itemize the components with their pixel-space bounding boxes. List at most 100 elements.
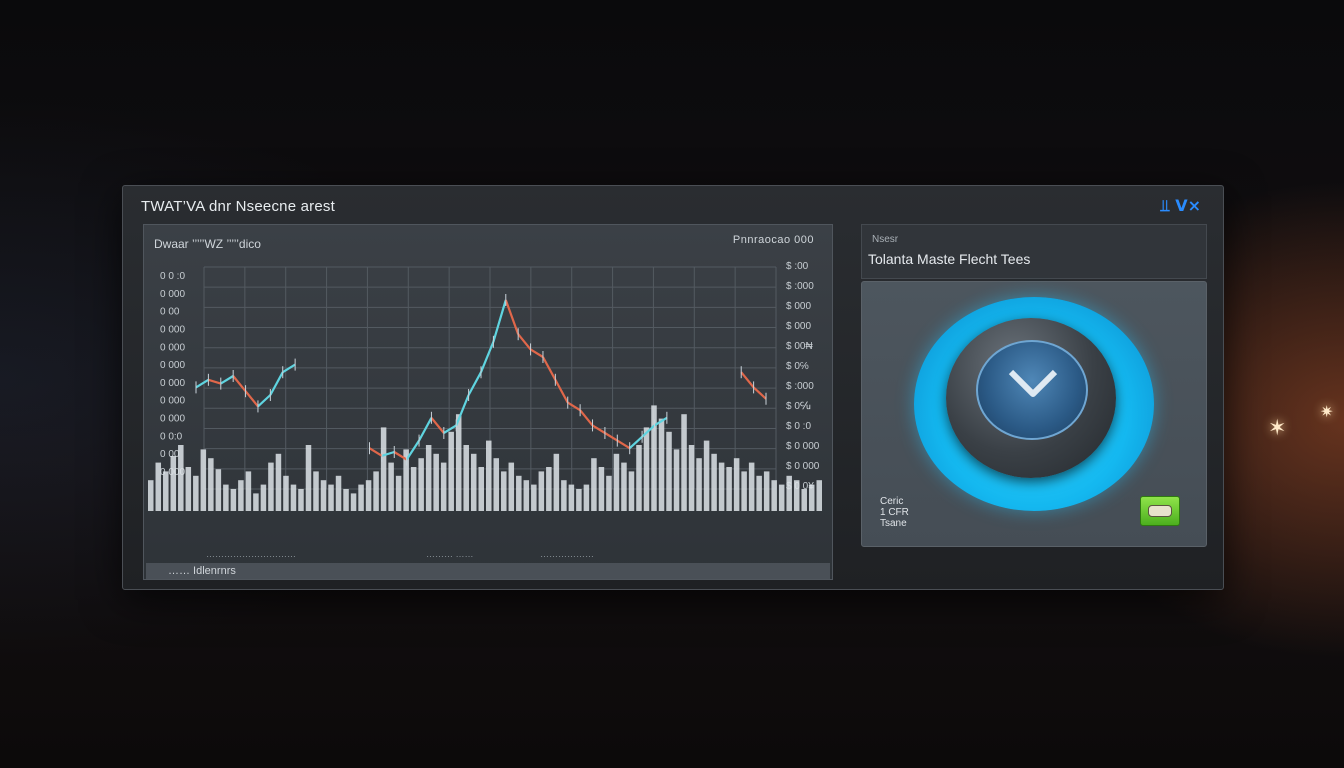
volume-bar [658, 418, 665, 511]
volume-bar [553, 453, 560, 511]
price-segment [232, 375, 247, 392]
y-tick-label-right: $ :000 [786, 381, 814, 392]
price-segment [467, 371, 482, 396]
y-tick-label-right: $ 000 [786, 321, 811, 332]
volume-bar [763, 471, 770, 511]
volume-bar [538, 471, 545, 511]
stat-line: Tsane [880, 518, 907, 529]
y-tick-label-left: 0 000 [160, 324, 185, 335]
window-title: TWAT’VA dnr Nseecne arest [141, 198, 335, 215]
volume-bar [200, 449, 207, 511]
volume-bar [568, 484, 575, 511]
volume-bar [628, 471, 635, 511]
volume-bar [688, 445, 695, 511]
volume-bar [163, 471, 169, 511]
volume-bar [170, 456, 177, 511]
volume-bar [531, 484, 537, 511]
volume-bar [703, 440, 710, 511]
chevron-down-icon [1008, 369, 1058, 397]
volume-bar [313, 471, 319, 511]
footer-label: ……………… [540, 549, 594, 559]
volume-bar [260, 484, 267, 511]
control-card: Ceric 1 CFR Tsane [861, 281, 1207, 547]
y-tick-label-right: $ :000 [786, 281, 814, 292]
volume-bar [238, 480, 244, 511]
volume-bar [793, 480, 800, 511]
price-segment [604, 432, 618, 442]
volume-bar [230, 489, 237, 511]
volume-bar [733, 458, 740, 511]
volume-bar [155, 462, 162, 511]
y-tick-label-right: $ 000 [786, 301, 811, 312]
toggle-knob [1148, 505, 1172, 517]
chart-panel: Dwaar ’’’’’WZ ’’’’’dico Pnnraocao 000 0 … [143, 224, 833, 580]
price-segment [208, 378, 222, 385]
y-tick-label-right: $ 0℆ [786, 401, 811, 412]
volume-bar [350, 493, 357, 511]
volume-bar [576, 489, 582, 511]
volume-bar [696, 458, 702, 511]
price-segment [492, 299, 507, 343]
chart-footer: ………………………… ……… …… ……………… [144, 547, 832, 561]
footer-label: ……… …… [426, 549, 474, 559]
y-tick-label-left: 0 00 [160, 307, 180, 318]
volume-bar [440, 462, 447, 511]
volume-bar [681, 414, 687, 511]
price-segment [504, 299, 520, 335]
volume-bar [636, 445, 642, 511]
volume-bar [223, 484, 229, 511]
chart-readout: Pnnraocao 000 [732, 234, 814, 246]
volume-bar [335, 475, 342, 511]
price-chart[interactable]: 0 0 :00 0000 000 0000 0000 0000 0000 000… [146, 261, 830, 545]
volume-bar [478, 467, 484, 511]
volume-bar [741, 471, 747, 511]
volume-bar [493, 458, 500, 511]
y-tick-label-right: $ :00 [786, 261, 809, 272]
volume-bar [410, 467, 417, 511]
y-tick-label-right: $ 0 :0 [786, 421, 811, 432]
volume-bar [621, 462, 627, 511]
price-segment [579, 409, 594, 427]
price-segment [616, 439, 631, 450]
volume-bar [486, 440, 492, 511]
volume-bar [358, 484, 364, 511]
sparkle-decoration: ✷ [1320, 404, 1334, 421]
volume-bar [290, 484, 297, 511]
volume-bar [516, 475, 522, 511]
volume-bar [561, 480, 567, 511]
brand-logo[interactable]: ⫫ V⨯ [1161, 196, 1201, 216]
price-segment [220, 375, 234, 385]
volume-bar [718, 462, 725, 511]
volume-bar [771, 480, 777, 511]
price-segment [368, 447, 383, 457]
y-tick-label-right: $ 0 000 [786, 441, 820, 452]
volume-bar [373, 471, 379, 511]
volume-bar [425, 445, 432, 511]
volume-bar [778, 484, 785, 511]
price-segment [554, 379, 569, 404]
volume-bar [298, 489, 304, 511]
volume-bar [388, 462, 394, 511]
volume-bar [501, 471, 507, 511]
y-tick-label-left: 0 000 [160, 396, 185, 407]
y-tick-label-left: 0 000 [160, 414, 185, 425]
price-segment [418, 417, 433, 442]
stat-line: 1 CFR [880, 507, 909, 518]
volume-bar [523, 480, 530, 511]
volume-bar [343, 489, 349, 511]
price-segment [567, 401, 581, 412]
volume-bar [546, 467, 552, 511]
volume-bar [305, 445, 312, 511]
volume-bar [801, 489, 807, 511]
price-segment [591, 424, 606, 434]
y-tick-label-right: $ 0 000 [786, 461, 820, 472]
price-segment [740, 371, 755, 389]
volume-bar [748, 462, 755, 511]
volume-bar [455, 414, 462, 511]
volume-bar [268, 462, 274, 511]
toggle-button[interactable] [1140, 496, 1180, 526]
volume-bar [448, 431, 454, 511]
volume-bar [253, 493, 259, 511]
volume-bar [591, 458, 597, 511]
price-segment [752, 386, 767, 400]
